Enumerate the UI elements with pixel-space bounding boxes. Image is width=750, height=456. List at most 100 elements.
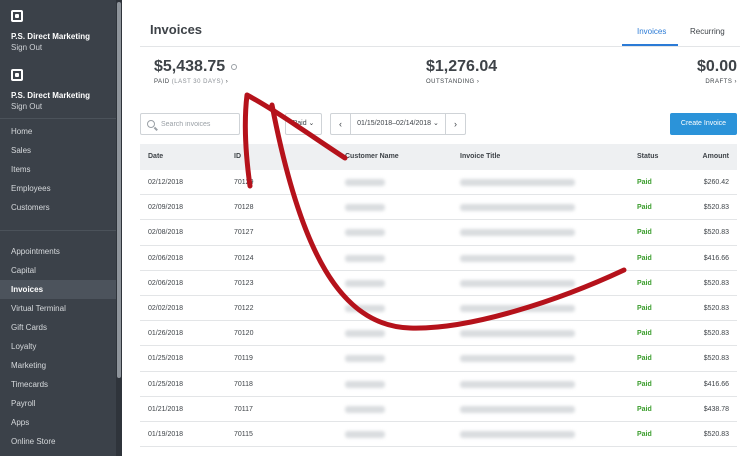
status-badge: Paid [637, 380, 652, 388]
cell-id: 70118 [234, 380, 253, 388]
column-header-amount[interactable]: Amount [703, 144, 729, 170]
column-header-date[interactable]: Date [148, 144, 163, 170]
info-icon[interactable] [231, 63, 238, 70]
table-row[interactable]: 02/02/2018 70122 Paid $520.83 [140, 296, 737, 322]
sidebar-item-invoices[interactable]: Invoices [0, 280, 116, 299]
search-box[interactable] [140, 113, 240, 135]
header-divider [140, 46, 740, 47]
search-input[interactable] [161, 118, 237, 131]
table-row[interactable]: 02/09/2018 70128 Paid $520.83 [140, 195, 737, 221]
cell-customer-redacted [345, 405, 385, 413]
table-row[interactable]: 01/26/2018 70120 Paid $520.83 [140, 321, 737, 347]
sign-out-link[interactable]: Sign Out [11, 102, 90, 111]
cell-title-redacted [460, 405, 575, 413]
cell-date: 01/19/2018 [148, 430, 184, 438]
business-switcher-secondary[interactable]: P.S. Direct Marketing Sign Out [11, 69, 90, 111]
cell-id: 70120 [234, 330, 254, 338]
stat-paid[interactable]: $5,438.75 PAID (LAST 30 DAYS) › [154, 58, 238, 85]
stat-outstanding[interactable]: $1,276.04 OUTSTANDING › [426, 58, 497, 85]
sidebar-scroll-thumb[interactable] [117, 2, 121, 378]
date-range-picker[interactable]: ‹ 01/15/2018–02/14/2018 ⌄ › [330, 113, 466, 135]
column-header-title[interactable]: Invoice Title [460, 144, 500, 170]
cell-customer-redacted [345, 304, 385, 312]
chevron-left-icon[interactable]: ‹ [331, 114, 351, 134]
sign-out-link[interactable]: Sign Out [11, 43, 90, 52]
cell-amount: $520.83 [703, 279, 729, 287]
cell-title-redacted [460, 254, 575, 262]
cell-customer-redacted [345, 430, 385, 438]
table-row[interactable]: 02/06/2018 70123 Paid $520.83 [140, 271, 737, 296]
cell-date: 02/06/2018 [148, 279, 184, 287]
cell-date: 02/06/2018 [148, 254, 184, 262]
cell-title-redacted [460, 430, 575, 438]
tab-invoices[interactable]: Invoices [637, 27, 666, 36]
cell-id: 70129 [234, 179, 254, 186]
sidebar-item-online-store[interactable]: Online Store [0, 432, 116, 451]
table-row[interactable]: 01/19/2018 70115 Paid $520.83 [140, 422, 737, 448]
cell-title-redacted [460, 279, 575, 287]
cell-id: 70119 [234, 355, 253, 363]
tab-recurring[interactable]: Recurring [690, 27, 725, 36]
create-invoice-button[interactable]: Create Invoice [670, 113, 737, 135]
status-badge: Paid [637, 330, 652, 338]
sidebar-item-payroll[interactable]: Payroll [0, 394, 116, 413]
square-logo-icon [11, 69, 23, 81]
status-badge: Paid [637, 229, 652, 237]
sidebar-item-marketing[interactable]: Marketing [0, 356, 116, 375]
sidebar-nav-secondary: Appointments Capital Invoices Virtual Te… [0, 242, 116, 451]
sidebar-item-apps[interactable]: Apps [0, 413, 116, 432]
table-row[interactable]: 02/06/2018 70124 Paid $416.66 [140, 246, 737, 271]
cell-customer-redacted [345, 179, 385, 186]
status-filter-dropdown[interactable]: Paid ⌄ [285, 113, 322, 135]
cell-title-redacted [460, 355, 575, 363]
sidebar-item-capital[interactable]: Capital [0, 261, 116, 280]
sidebar-item-virtual-terminal[interactable]: Virtual Terminal [0, 299, 116, 318]
sidebar-item-items[interactable]: Items [0, 160, 116, 179]
column-header-status[interactable]: Status [637, 144, 658, 170]
column-header-id[interactable]: ID [234, 144, 241, 170]
cell-title-redacted [460, 330, 575, 338]
cell-id: 70128 [234, 204, 254, 212]
cell-date: 02/02/2018 [148, 304, 184, 312]
cell-title-redacted [460, 229, 575, 237]
date-range-dropdown[interactable]: 01/15/2018–02/14/2018 ⌄ [351, 114, 445, 134]
table-row[interactable]: 02/12/2018 70129 Paid $260.42 [140, 170, 737, 196]
cell-id: 70115 [234, 430, 253, 438]
business-switcher[interactable]: P.S. Direct Marketing Sign Out [11, 10, 90, 52]
cell-id: 70117 [234, 405, 253, 413]
status-badge: Paid [637, 405, 652, 413]
cell-date: 01/25/2018 [148, 380, 184, 388]
sidebar-item-sales[interactable]: Sales [0, 141, 116, 160]
sidebar-item-customers[interactable]: Customers [0, 198, 116, 217]
sidebar-item-gift-cards[interactable]: Gift Cards [0, 318, 116, 337]
sidebar-item-employees[interactable]: Employees [0, 179, 116, 198]
cell-date: 01/25/2018 [148, 355, 184, 363]
table-row[interactable]: 02/08/2018 70127 Paid $520.83 [140, 220, 737, 246]
chevron-right-icon: › [734, 79, 737, 85]
sidebar-item-appointments[interactable]: Appointments [0, 242, 116, 261]
outstanding-label: OUTSTANDING › [426, 79, 480, 85]
sidebar-divider [0, 230, 116, 231]
cell-id: 70123 [234, 279, 254, 287]
cell-amount: $520.83 [703, 204, 729, 212]
cell-date: 02/09/2018 [148, 204, 184, 212]
sidebar-item-timecards[interactable]: Timecards [0, 375, 116, 394]
column-header-customer[interactable]: Customer Name [345, 144, 399, 170]
table-row[interactable]: 01/25/2018 70118 Paid $416.66 [140, 372, 737, 397]
cell-customer-redacted [345, 204, 385, 212]
table-row[interactable]: 01/25/2018 70119 Paid $520.83 [140, 346, 737, 372]
sidebar-item-loyalty[interactable]: Loyalty [0, 337, 116, 356]
status-badge: Paid [637, 279, 652, 287]
sidebar-item-home[interactable]: Home [0, 122, 116, 141]
chevron-right-icon: › [225, 79, 229, 85]
cell-title-redacted [460, 304, 575, 312]
table-body: 02/12/2018 70129 Paid $260.42 02/09/2018 7012… [140, 170, 737, 448]
cell-amount: $438.78 [703, 405, 729, 413]
chevron-right-icon[interactable]: › [445, 114, 465, 134]
main-content: Invoices Invoices Recurring $5,438.75 PA… [122, 0, 750, 456]
business-name: P.S. Direct Marketing [11, 91, 90, 100]
table-row[interactable]: 01/21/2018 70117 Paid $438.78 [140, 397, 737, 422]
sidebar: P.S. Direct Marketing Sign Out P.S. Dire… [0, 0, 122, 456]
stat-drafts[interactable]: $0.00 DRAFTS › [697, 58, 737, 85]
cell-amount: $520.83 [703, 304, 729, 312]
